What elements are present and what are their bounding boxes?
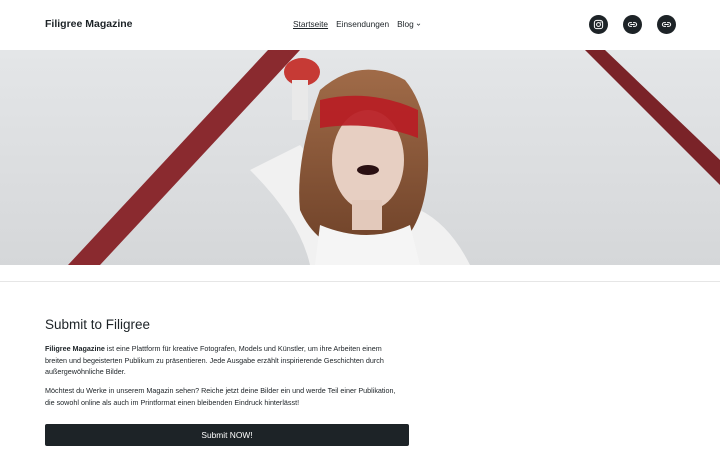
nav-item-blog[interactable]: Blog — [397, 19, 421, 29]
call-to-action-paragraph: Möchtest du Werke in unserem Magazin seh… — [45, 386, 396, 407]
hero-image — [0, 50, 720, 265]
page-heading: Submit to Filigree — [45, 317, 151, 332]
nav-item-einsendungen[interactable]: Einsendungen — [336, 19, 389, 29]
link-icon — [661, 22, 672, 27]
nav-item-startseite[interactable]: Startseite — [293, 19, 328, 29]
submit-now-button[interactable]: Submit NOW! — [45, 424, 409, 446]
site-header: Filigree Magazine Startseite Einsendunge… — [0, 0, 720, 50]
brand-name: Filigree Magazine — [45, 344, 105, 353]
nav-item-blog-label: Blog — [397, 19, 414, 29]
link-icon — [627, 22, 638, 27]
instagram-icon — [593, 19, 604, 30]
main-nav: Startseite Einsendungen Blog — [293, 19, 421, 29]
instagram-link[interactable] — [589, 15, 608, 34]
intro-paragraph: Filigree Magazine ist eine Plattform für… — [45, 343, 405, 378]
site-title[interactable]: Filigree Magazine — [45, 18, 133, 30]
link-button-2[interactable] — [657, 15, 676, 34]
section-divider — [0, 281, 720, 282]
link-button-1[interactable] — [623, 15, 642, 34]
hero-photo-illustration — [0, 50, 720, 265]
chevron-down-icon — [416, 23, 420, 26]
